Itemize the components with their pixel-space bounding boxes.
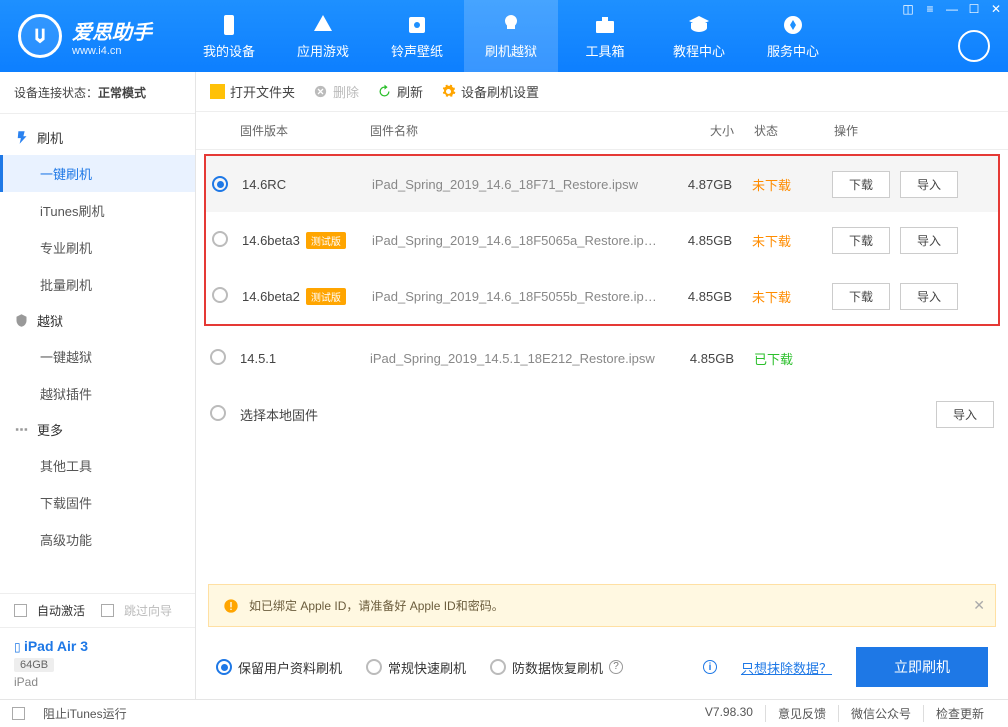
row-radio[interactable] bbox=[212, 231, 228, 247]
download-button[interactable]: 下载 bbox=[832, 227, 890, 254]
menu-group-flash[interactable]: 刷机 bbox=[0, 120, 195, 155]
sidebar-item-advanced[interactable]: 高级功能 bbox=[0, 521, 195, 558]
version-label: V7.98.30 bbox=[693, 705, 765, 722]
info-icon[interactable]: i bbox=[703, 660, 717, 674]
sidebar-item-proflash[interactable]: 专业刷机 bbox=[0, 229, 195, 266]
footer: 阻止iTunes运行 V7.98.30 意见反馈 微信公众号 检查更新 bbox=[0, 699, 1008, 727]
nav-ringtone[interactable]: 铃声壁纸 bbox=[370, 0, 464, 72]
row-radio[interactable] bbox=[210, 349, 226, 365]
feedback-link[interactable]: 意见反馈 bbox=[765, 705, 838, 722]
sidebar: 设备连接状态：正常模式 刷机 一键刷机 iTunes刷机 专业刷机 批量刷机 越… bbox=[0, 72, 196, 699]
maximize-icon[interactable]: ☐ bbox=[966, 2, 982, 16]
local-fw-row[interactable]: 选择本地固件 导入 bbox=[196, 386, 1008, 442]
import-button[interactable]: 导入 bbox=[900, 283, 958, 310]
download-button[interactable]: 下载 bbox=[832, 283, 890, 310]
table-header: 固件版本 固件名称 大小 状态 操作 bbox=[196, 112, 1008, 150]
row-radio[interactable] bbox=[210, 405, 226, 421]
nav-apps[interactable]: 应用游戏 bbox=[276, 0, 370, 72]
toolbar: 打开文件夹 删除 刷新 设备刷机设置 bbox=[196, 72, 1008, 112]
settings-button[interactable]: 设备刷机设置 bbox=[441, 82, 539, 101]
fw-row[interactable]: 14.5.1 iPad_Spring_2019_14.5.1_18E212_Re… bbox=[196, 330, 1008, 386]
warning-icon bbox=[223, 598, 239, 614]
auto-activate-checkbox[interactable] bbox=[14, 604, 27, 617]
skip-guide-checkbox[interactable] bbox=[101, 604, 114, 617]
fw-row[interactable]: 14.6beta3测试版 iPad_Spring_2019_14.6_18F50… bbox=[206, 212, 998, 268]
delete-button[interactable]: 删除 bbox=[313, 82, 359, 101]
fw-row[interactable]: 14.6RC iPad_Spring_2019_14.6_18F71_Resto… bbox=[206, 156, 998, 212]
sidebar-item-itunesflash[interactable]: iTunes刷机 bbox=[0, 192, 195, 229]
sidebar-item-dlfw[interactable]: 下载固件 bbox=[0, 484, 195, 521]
brand-sub: www.i4.cn bbox=[72, 45, 152, 57]
skin-icon[interactable]: ◫ bbox=[900, 2, 916, 16]
menu-icon[interactable]: ≡ bbox=[922, 2, 938, 16]
window-controls: ◫ ≡ — ☐ ✕ bbox=[900, 2, 1004, 16]
delete-icon bbox=[313, 84, 328, 99]
brand-title: 爱思助手 bbox=[72, 16, 152, 45]
main: 打开文件夹 删除 刷新 设备刷机设置 固件版本 固件名称 大小 状态 操作 14… bbox=[196, 72, 1008, 699]
import-button[interactable]: 导入 bbox=[936, 401, 994, 428]
nav-tutorial[interactable]: 教程中心 bbox=[652, 0, 746, 72]
sidebar-item-jbplugin[interactable]: 越狱插件 bbox=[0, 375, 195, 412]
nav-service[interactable]: 服务中心 bbox=[746, 0, 840, 72]
minimize-icon[interactable]: — bbox=[944, 2, 960, 16]
row-radio[interactable] bbox=[212, 176, 228, 192]
wechat-link[interactable]: 微信公众号 bbox=[838, 705, 923, 722]
refresh-icon bbox=[377, 84, 392, 99]
sidebar-item-quickjb[interactable]: 一键越狱 bbox=[0, 338, 195, 375]
highlighted-rows: 14.6RC iPad_Spring_2019_14.6_18F71_Resto… bbox=[204, 154, 1000, 326]
device-info[interactable]: ▯ iPad Air 3 64GB iPad bbox=[0, 627, 195, 699]
refresh-button[interactable]: 刷新 bbox=[377, 82, 423, 101]
open-folder-button[interactable]: 打开文件夹 bbox=[210, 82, 295, 101]
import-button[interactable]: 导入 bbox=[900, 171, 958, 198]
logo-icon bbox=[18, 14, 62, 58]
close-icon[interactable]: ✕ bbox=[988, 2, 1004, 16]
block-itunes-checkbox[interactable] bbox=[12, 707, 25, 720]
titlebar: ◫ ≡ — ☐ ✕ 爱思助手 www.i4.cn 我的设备 应用游戏 铃声壁纸 … bbox=[0, 0, 1008, 72]
menu-group-more[interactable]: 更多 bbox=[0, 412, 195, 447]
alert-bar: 如已绑定 Apple ID，请准备好 Apple ID和密码。 ✕ bbox=[208, 584, 996, 627]
erase-link[interactable]: 只想抹除数据？ bbox=[741, 658, 832, 677]
check-update-link[interactable]: 检查更新 bbox=[923, 705, 996, 722]
gear-icon bbox=[441, 84, 456, 99]
alert-close-icon[interactable]: ✕ bbox=[973, 597, 985, 614]
opt-anti-recovery[interactable]: 防数据恢复刷机? bbox=[490, 658, 623, 677]
brand: 爱思助手 www.i4.cn bbox=[18, 14, 152, 58]
download-circle-icon[interactable] bbox=[958, 30, 990, 62]
fw-row[interactable]: 14.6beta2测试版 iPad_Spring_2019_14.6_18F50… bbox=[206, 268, 998, 324]
sidebar-item-batchflash[interactable]: 批量刷机 bbox=[0, 266, 195, 303]
option-bar: 保留用户资料刷机 常规快速刷机 防数据恢复刷机? i 只想抹除数据？ 立即刷机 bbox=[196, 635, 1008, 699]
opt-normal-flash[interactable]: 常规快速刷机 bbox=[366, 658, 466, 677]
menu-group-jailbreak[interactable]: 越狱 bbox=[0, 303, 195, 338]
folder-icon bbox=[210, 84, 225, 99]
opt-keep-data[interactable]: 保留用户资料刷机 bbox=[216, 658, 342, 677]
nav-flash[interactable]: 刷机越狱 bbox=[464, 0, 558, 72]
flash-now-button[interactable]: 立即刷机 bbox=[856, 647, 988, 687]
row-radio[interactable] bbox=[212, 287, 228, 303]
nav-device[interactable]: 我的设备 bbox=[182, 0, 276, 72]
sidebar-item-quickflash[interactable]: 一键刷机 bbox=[0, 155, 195, 192]
help-icon[interactable]: ? bbox=[609, 660, 623, 674]
device-status: 设备连接状态：正常模式 bbox=[0, 72, 195, 114]
nav-tools[interactable]: 工具箱 bbox=[558, 0, 652, 72]
download-button[interactable]: 下载 bbox=[832, 171, 890, 198]
nav: 我的设备 应用游戏 铃声壁纸 刷机越狱 工具箱 教程中心 服务中心 bbox=[182, 0, 1008, 72]
import-button[interactable]: 导入 bbox=[900, 227, 958, 254]
sidebar-item-othertools[interactable]: 其他工具 bbox=[0, 447, 195, 484]
